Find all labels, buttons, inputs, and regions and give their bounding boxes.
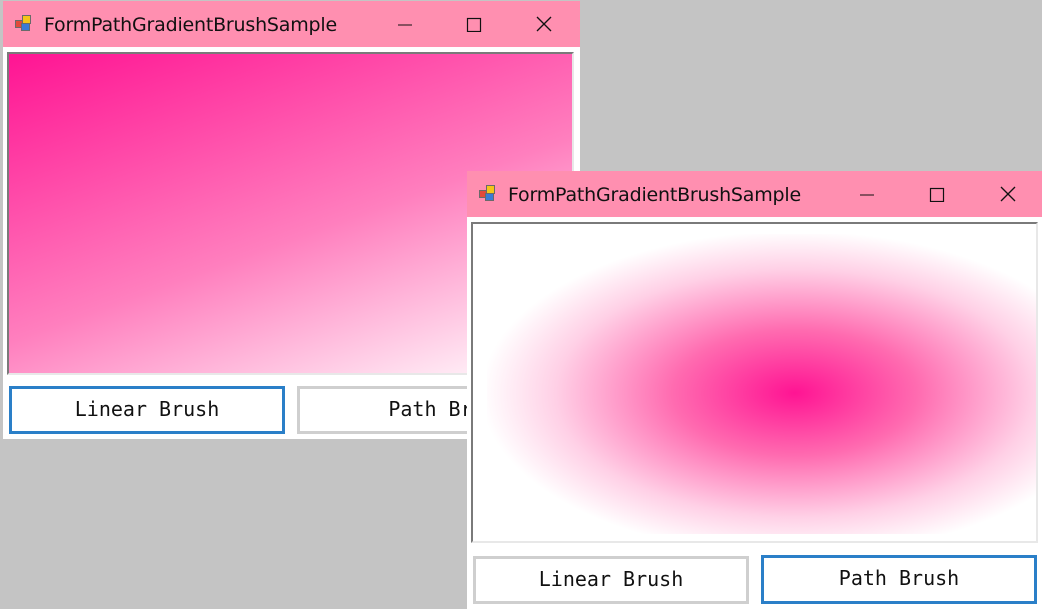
close-icon	[536, 16, 552, 32]
path-brush-button[interactable]: Path Brush	[761, 555, 1037, 604]
form-window-path: FormPathGradientBrushSample Linear Brush…	[467, 171, 1042, 609]
linear-brush-button[interactable]: Linear Brush	[9, 386, 285, 434]
path-gradient-canvas	[471, 222, 1038, 543]
maximize-icon	[929, 187, 945, 202]
title-bar[interactable]: FormPathGradientBrushSample	[467, 171, 1042, 217]
app-icon	[15, 15, 33, 31]
linear-brush-button[interactable]: Linear Brush	[473, 556, 749, 604]
minimize-button[interactable]	[837, 171, 897, 217]
app-icon	[479, 185, 497, 201]
maximize-icon	[466, 17, 482, 32]
title-bar[interactable]: FormPathGradientBrushSample	[3, 1, 580, 47]
window-title: FormPathGradientBrushSample	[508, 184, 801, 206]
minimize-icon	[398, 24, 412, 26]
minimize-icon	[860, 194, 874, 196]
maximize-button[interactable]	[444, 1, 504, 47]
close-icon	[1000, 186, 1016, 202]
close-button[interactable]	[978, 171, 1038, 217]
minimize-button[interactable]	[375, 1, 435, 47]
close-button[interactable]	[514, 1, 574, 47]
window-title: FormPathGradientBrushSample	[44, 14, 337, 36]
gradient-ellipse	[487, 234, 1036, 534]
maximize-button[interactable]	[907, 171, 967, 217]
